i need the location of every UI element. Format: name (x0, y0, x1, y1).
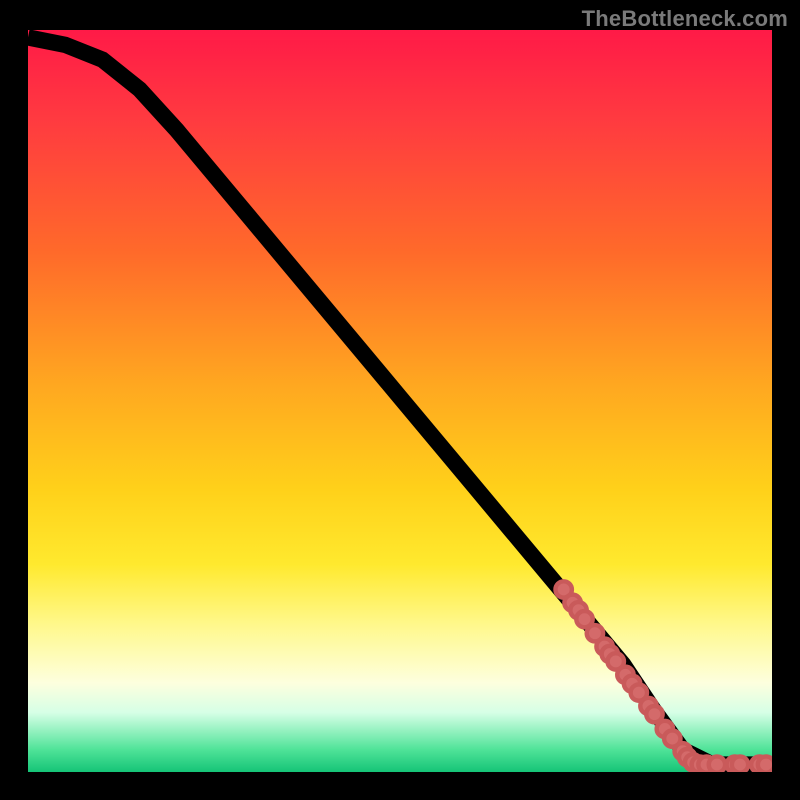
highlight-dot (732, 756, 748, 772)
bottleneck-curve (28, 37, 772, 764)
plot-area (28, 30, 772, 772)
curve-svg (28, 30, 772, 772)
watermark-text: TheBottleneck.com (582, 6, 788, 32)
highlight-dots-group (555, 581, 772, 772)
highlight-dot (709, 756, 725, 772)
highlight-dot (758, 756, 772, 772)
chart-frame: TheBottleneck.com (0, 0, 800, 800)
